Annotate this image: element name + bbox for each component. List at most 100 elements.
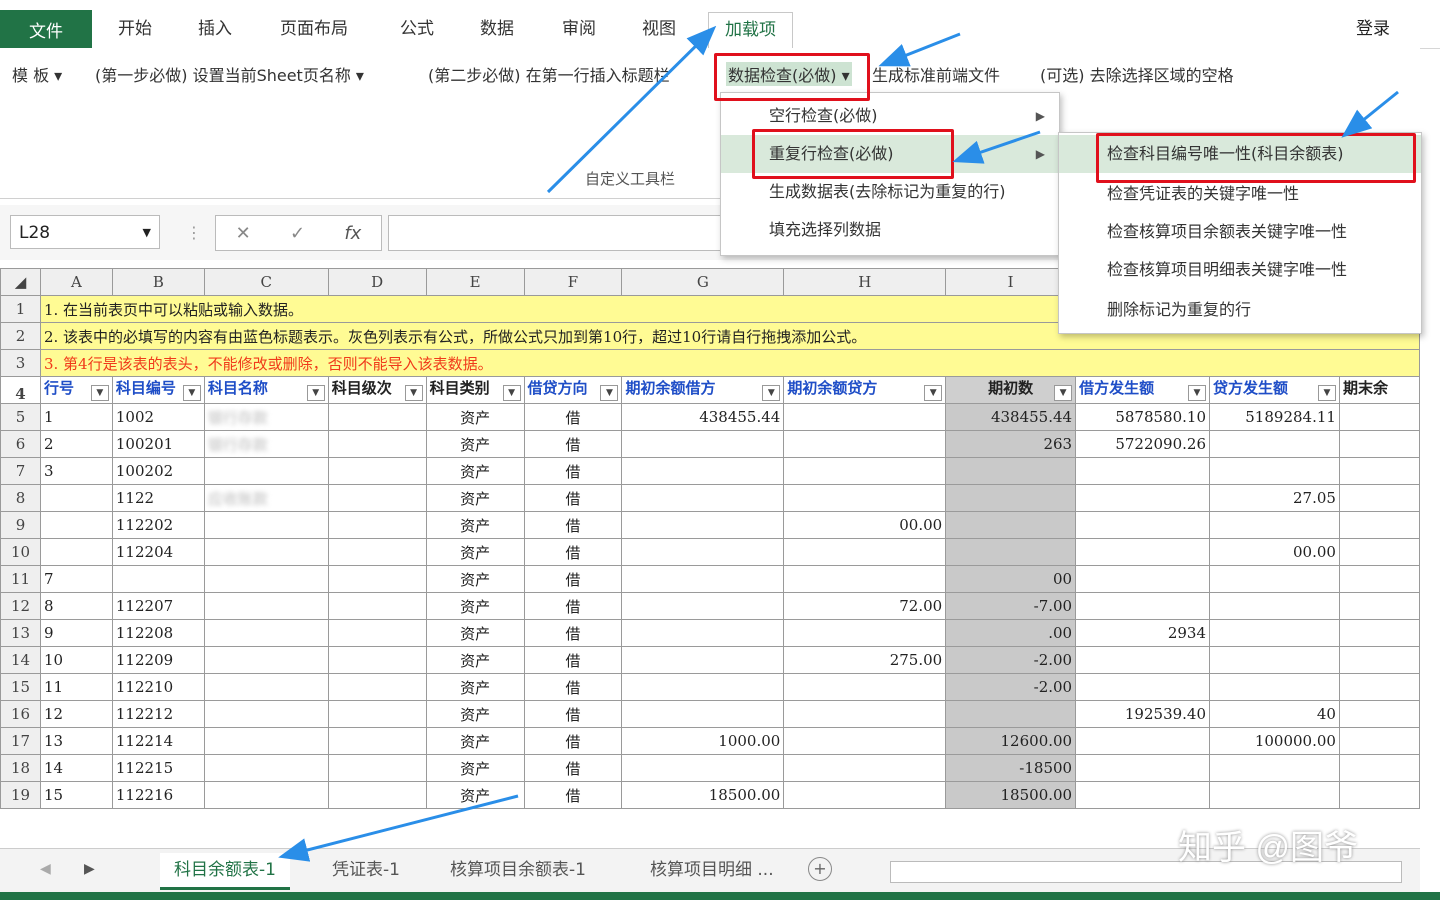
login-link[interactable]: 登录: [1356, 14, 1390, 39]
filter-dropdown-icon[interactable]: ▼: [1054, 385, 1073, 401]
header-cell[interactable]: 借贷方向 ▼: [523, 376, 623, 404]
column-header[interactable]: H: [783, 268, 947, 296]
name-box[interactable]: L28 ▼: [10, 215, 160, 249]
cell[interactable]: [1209, 754, 1340, 782]
cell[interactable]: [327, 403, 427, 431]
cell[interactable]: [1338, 754, 1420, 782]
cell[interactable]: 资产: [425, 484, 525, 512]
cell[interactable]: 14: [39, 754, 113, 782]
formula-input[interactable]: [388, 215, 730, 251]
filter-dropdown-icon[interactable]: ▼: [762, 385, 781, 401]
header-cell[interactable]: 期初余额贷方 ▼: [783, 376, 947, 404]
cell[interactable]: [1075, 457, 1211, 485]
header-cell[interactable]: 科目级次 ▼: [327, 376, 427, 404]
cell[interactable]: .00: [945, 619, 1077, 647]
cell[interactable]: [783, 727, 947, 755]
column-header[interactable]: A: [39, 268, 113, 296]
menu-item-fill-column[interactable]: 填充选择列数据: [721, 211, 1059, 249]
tab-review[interactable]: 审阅: [562, 12, 596, 46]
cell[interactable]: [1075, 754, 1211, 782]
row-header[interactable]: 16: [0, 700, 41, 728]
column-header[interactable]: C: [203, 268, 329, 296]
cell[interactable]: [1338, 727, 1420, 755]
row-header[interactable]: 2: [0, 322, 41, 350]
row-header[interactable]: 14: [0, 646, 41, 674]
cell[interactable]: [203, 781, 329, 809]
cell[interactable]: [327, 511, 427, 539]
cell[interactable]: 银行存款: [203, 403, 329, 431]
cell[interactable]: [327, 565, 427, 593]
generate-frontend-file-button[interactable]: 生成标准前端文件: [872, 62, 1000, 86]
cell[interactable]: [1209, 646, 1340, 674]
cell[interactable]: [1075, 592, 1211, 620]
cell[interactable]: [783, 457, 947, 485]
header-cell[interactable]: 期初数 ▼: [945, 376, 1077, 404]
cell[interactable]: [327, 430, 427, 458]
header-cell[interactable]: 科目编号 ▼: [111, 376, 205, 404]
filter-dropdown-icon[interactable]: ▼: [306, 385, 325, 401]
header-cell[interactable]: 期末余: [1338, 376, 1420, 404]
cell[interactable]: 借: [523, 673, 623, 701]
cell[interactable]: 5189284.11: [1209, 403, 1340, 431]
cell[interactable]: [327, 457, 427, 485]
cell[interactable]: 275.00: [783, 646, 947, 674]
cell[interactable]: 9: [39, 619, 113, 647]
cell[interactable]: 18500.00: [945, 781, 1077, 809]
cell[interactable]: [1075, 565, 1211, 593]
tab-view[interactable]: 视图: [642, 12, 676, 46]
cell[interactable]: [327, 727, 427, 755]
row-header[interactable]: 9: [0, 511, 41, 539]
scroll-left-icon[interactable]: ◀: [40, 861, 51, 877]
cell[interactable]: -2.00: [945, 646, 1077, 674]
cell[interactable]: [39, 484, 113, 512]
chevron-down-icon[interactable]: ▼: [143, 216, 151, 250]
row-header[interactable]: 6: [0, 430, 41, 458]
cell[interactable]: [203, 673, 329, 701]
cell[interactable]: [783, 673, 947, 701]
cell[interactable]: 1000.00: [621, 727, 785, 755]
row-header[interactable]: 15: [0, 673, 41, 701]
template-menu[interactable]: 模 板 ▾: [12, 62, 62, 86]
cell[interactable]: 借: [523, 403, 623, 431]
tab-formulas[interactable]: 公式: [400, 12, 434, 46]
column-header[interactable]: F: [523, 268, 623, 296]
cell[interactable]: 2934: [1075, 619, 1211, 647]
cell[interactable]: 112216: [111, 781, 205, 809]
cell[interactable]: 112207: [111, 592, 205, 620]
cell[interactable]: [1209, 673, 1340, 701]
filter-dropdown-icon[interactable]: ▼: [924, 385, 943, 401]
sheet-tab-voucher[interactable]: 凭证表-1: [318, 853, 414, 887]
enter-icon[interactable]: ✓: [290, 223, 305, 244]
row-header[interactable]: 17: [0, 727, 41, 755]
cell[interactable]: 借: [523, 511, 623, 539]
cell[interactable]: [1338, 781, 1420, 809]
cell[interactable]: [327, 484, 427, 512]
cell[interactable]: 72.00: [783, 592, 947, 620]
cell[interactable]: [1209, 511, 1340, 539]
cell[interactable]: [327, 619, 427, 647]
row-header[interactable]: 7: [0, 457, 41, 485]
cell[interactable]: [621, 700, 785, 728]
row-header[interactable]: 1: [0, 295, 41, 323]
tab-file[interactable]: 文件: [0, 10, 92, 48]
cell[interactable]: [1075, 511, 1211, 539]
cell[interactable]: [327, 781, 427, 809]
cell[interactable]: [621, 511, 785, 539]
cell[interactable]: 借: [523, 484, 623, 512]
cell[interactable]: 应收账款: [203, 484, 329, 512]
cell[interactable]: [203, 727, 329, 755]
menu-item-check-project-detail-key-unique[interactable]: 检查核算项目明细表关键字唯一性: [1059, 251, 1421, 289]
cell[interactable]: [783, 781, 947, 809]
filter-dropdown-icon[interactable]: ▼: [404, 385, 423, 401]
cell[interactable]: 192539.40: [1075, 700, 1211, 728]
row-header[interactable]: 19: [0, 781, 41, 809]
insert-function-icon[interactable]: fx: [344, 223, 361, 244]
cell[interactable]: 借: [523, 538, 623, 566]
cell[interactable]: 资产: [425, 646, 525, 674]
cell[interactable]: [621, 754, 785, 782]
cell[interactable]: 资产: [425, 430, 525, 458]
cell[interactable]: 借: [523, 781, 623, 809]
cell[interactable]: [1209, 565, 1340, 593]
cell[interactable]: 112214: [111, 727, 205, 755]
cell[interactable]: [327, 538, 427, 566]
